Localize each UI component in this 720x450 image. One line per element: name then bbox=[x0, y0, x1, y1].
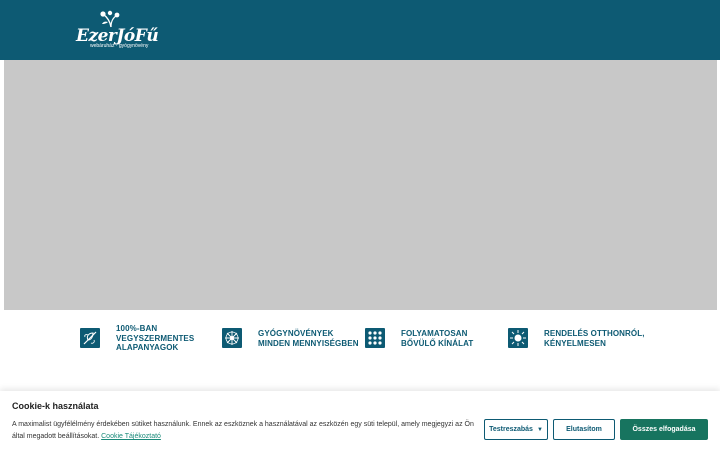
cookie-description: A maximalist ügyfélélmény érdekében süti… bbox=[12, 419, 474, 443]
cookie-title: Cookie-k használata bbox=[12, 401, 99, 411]
feature-item: GYÓGYNÖVÉNYEK MINDEN MENNYISÉGBEN bbox=[222, 324, 362, 356]
logo-tagline: webáruház · gyógynövény bbox=[90, 43, 149, 49]
site-header: EzerJóFű webáruház · gyógynövény bbox=[0, 0, 720, 60]
sun-burst-icon bbox=[508, 328, 528, 348]
feature-item: 100%-BAN VEGYSZERMENTES ALAPANYAGOK bbox=[80, 324, 220, 356]
caret-down-icon: ▼ bbox=[536, 426, 543, 433]
site-logo[interactable]: EzerJóFű webáruház · gyógynövény bbox=[74, 10, 159, 52]
cookie-banner: Cookie-k használata A maximalist ügyfélé… bbox=[0, 391, 720, 450]
cookie-policy-link[interactable]: Cookie Tájékoztató bbox=[101, 433, 161, 440]
cookie-text: A maximalist ügyfélélmény érdekében süti… bbox=[12, 421, 474, 440]
seeds-grid-icon bbox=[365, 328, 385, 348]
cookie-settings-label: Testreszabás bbox=[489, 426, 533, 433]
plant-leaf-icon bbox=[80, 328, 100, 348]
herb-flower-icon bbox=[222, 328, 242, 348]
cookie-settings-button[interactable]: Testreszabás ▼ bbox=[484, 419, 548, 440]
feature-item: RENDELÉS OTTHONRÓL, KÉNYELMESEN bbox=[508, 324, 658, 356]
feature-label: RENDELÉS OTTHONRÓL, KÉNYELMESEN bbox=[544, 329, 645, 348]
feature-strip: 100%-BAN VEGYSZERMENTES ALAPANYAGOK GYÓG… bbox=[0, 316, 720, 364]
hero-image-placeholder bbox=[4, 60, 717, 310]
cookie-reject-button[interactable]: Elutasítom bbox=[553, 419, 615, 440]
cookie-accept-all-button[interactable]: Összes elfogadása bbox=[620, 419, 708, 440]
feature-item: FOLYAMATOSAN BŐVÜLŐ KÍNÁLAT bbox=[365, 324, 505, 356]
